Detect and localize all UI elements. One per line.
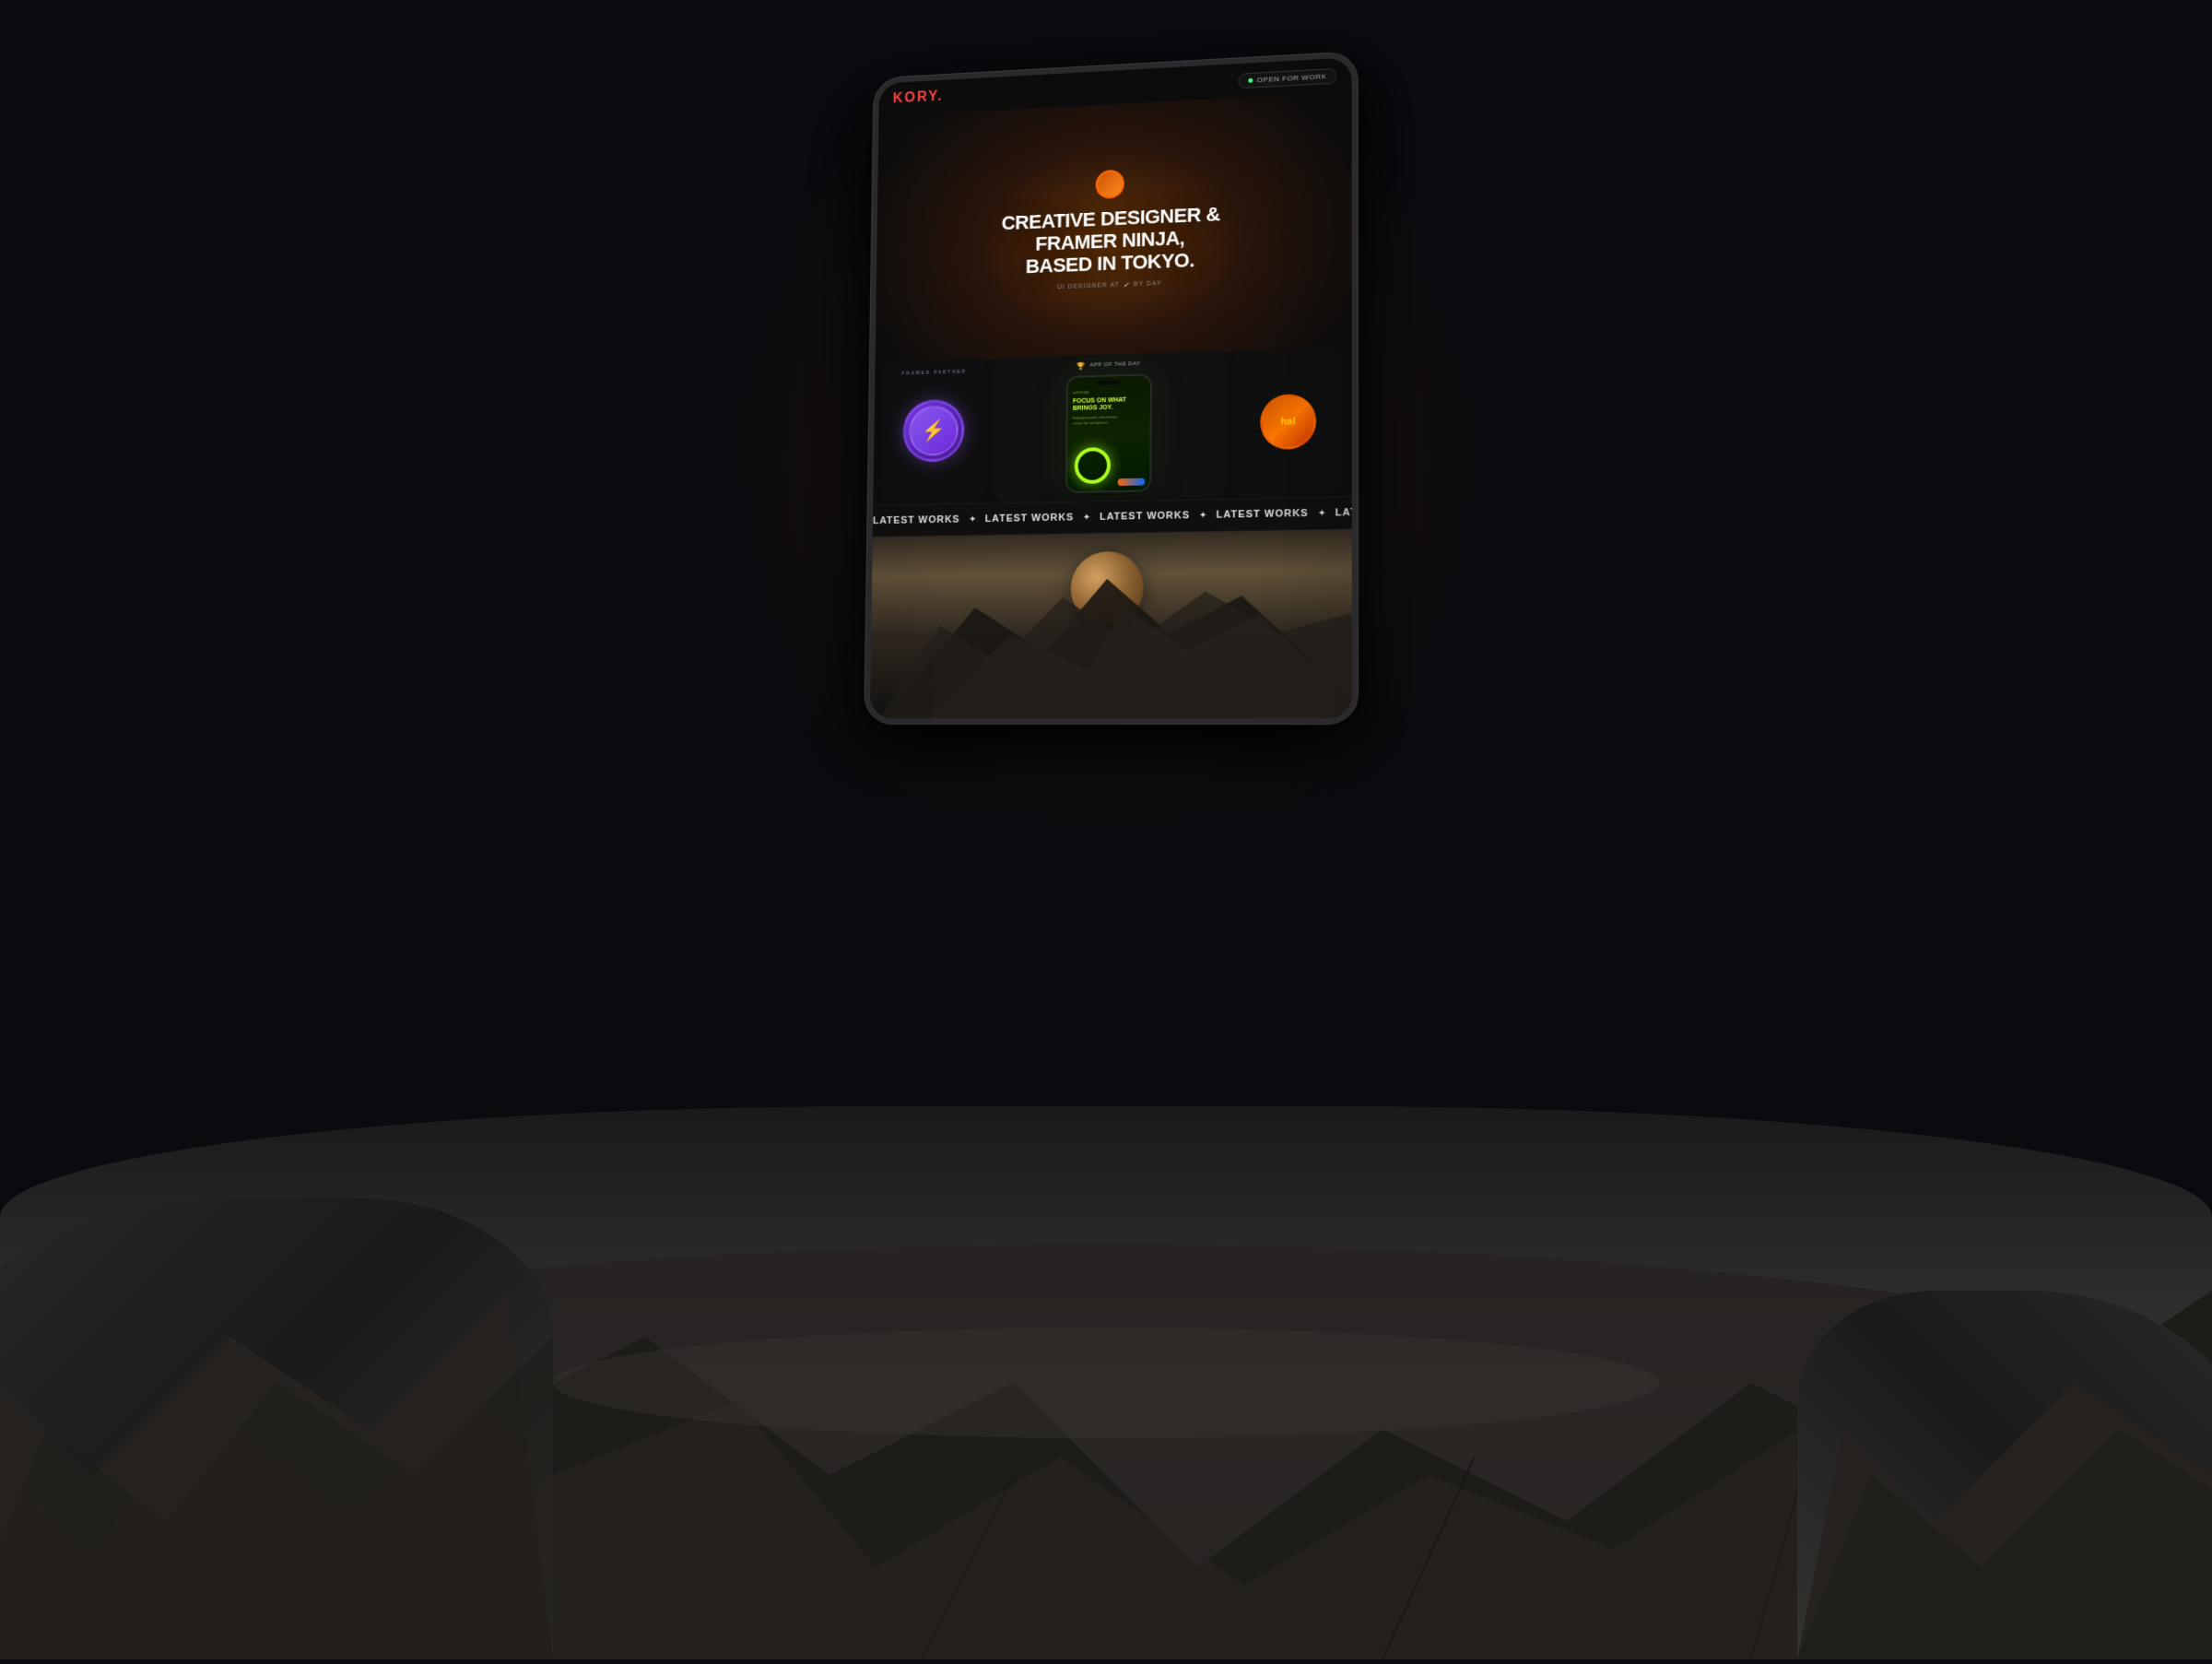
- marquee-item-2: LATEST WORKS ✦: [985, 512, 1090, 525]
- marquee-star-3: ✦: [1199, 510, 1206, 520]
- avatar: [1096, 169, 1124, 198]
- portfolio-section: [870, 529, 1352, 718]
- portfolio-image: [870, 529, 1352, 718]
- subtitle-suffix: BY DAY: [1134, 281, 1162, 289]
- marquee-star-1: ✦: [969, 514, 976, 525]
- status-badge-text: OPEN FOR WORK: [1257, 72, 1326, 84]
- green-ring: [1074, 446, 1110, 483]
- open-for-work-badge[interactable]: OPEN FOR WORK: [1238, 67, 1336, 88]
- marquee-star-4: ✦: [1318, 508, 1326, 518]
- phone-mockup: ● FOCUS FOCUS ON WHATBRINGS JOY. Helping…: [1065, 373, 1151, 493]
- hero-subtitle: UI DESIGNER AT ✓ BY DAY: [1057, 280, 1162, 292]
- marquee-text-1: LATEST WORKS: [873, 514, 960, 526]
- logo-text: KORY: [893, 89, 938, 107]
- nav-logo[interactable]: KORY.: [893, 89, 944, 107]
- marquee-star-2: ✦: [1083, 513, 1090, 523]
- marquee-text-3: LATEST WORKS: [1100, 510, 1190, 523]
- marquee-item-3: LATEST WORKS ✦: [1100, 510, 1207, 523]
- hal-badge: hal: [1260, 394, 1316, 450]
- framer-badge: ⚡: [902, 399, 965, 463]
- app-of-day-badge: 🏆 APP OF THE DAY: [1077, 360, 1140, 370]
- colored-strip: [1117, 478, 1145, 485]
- rock-left-svg: [0, 1198, 553, 1659]
- tablet-wrapper: KORY. OPEN FOR WORK CREATIVE DESIGNER &F…: [865, 52, 1358, 724]
- subtitle-text: UI DESIGNER AT: [1057, 282, 1120, 290]
- framer-badge-inner: ⚡: [909, 405, 959, 455]
- framer-card: ⚡ FRAMER PARTNER: [880, 358, 987, 502]
- phone-app-title: FOCUS ON WHATBRINGS JOY.: [1073, 396, 1145, 414]
- app-card: 🏆 APP OF THE DAY ● FOCUS FOCUS ON WHATBR…: [991, 350, 1227, 501]
- trophy-icon: 🏆: [1077, 361, 1086, 370]
- app-of-day-text: APP OF THE DAY: [1089, 361, 1140, 369]
- tablet-device: KORY. OPEN FOR WORK CREATIVE DESIGNER &F…: [865, 52, 1358, 724]
- grid-section: ⚡ FRAMER PARTNER 🏆 APP OF THE DAY: [873, 339, 1352, 511]
- hero-title: CREATIVE DESIGNER &FRAMER NINJA,BASED IN…: [983, 201, 1239, 279]
- rock-left: [0, 1198, 553, 1659]
- phone-app-body: Helping brands and startupscreate fun wo…: [1073, 414, 1145, 426]
- marquee-item-1: LATEST WORKS ✦: [873, 513, 976, 526]
- phone-notch: [1098, 380, 1120, 385]
- hal-card: hal: [1232, 347, 1345, 496]
- marquee-item-4: LATEST WORKS ✦: [1217, 508, 1326, 521]
- mountain-svg: [870, 529, 1352, 718]
- marquee-text-5: LATEST WORKS: [1335, 506, 1352, 519]
- status-dot: [1248, 77, 1253, 82]
- rock-right: [1797, 1291, 2212, 1659]
- marquee-item-5: LATEST WORKS ✦: [1335, 505, 1352, 518]
- marquee-text-2: LATEST WORKS: [985, 513, 1074, 525]
- rock-right-svg: [1797, 1291, 2212, 1659]
- scene: KORY. OPEN FOR WORK CREATIVE DESIGNER &F…: [0, 0, 2212, 1659]
- marquee-text-4: LATEST WORKS: [1217, 508, 1309, 521]
- hal-text: hal: [1281, 416, 1296, 427]
- nike-logo: ✓: [1123, 281, 1130, 289]
- framer-badge-text: FRAMER PARTNER: [902, 370, 967, 377]
- logo-dot: .: [937, 89, 943, 103]
- phone-screen: ● FOCUS FOCUS ON WHATBRINGS JOY. Helping…: [1066, 375, 1149, 491]
- phone-app-label: ● FOCUS: [1073, 388, 1144, 395]
- screen: KORY. OPEN FOR WORK CREATIVE DESIGNER &F…: [870, 57, 1352, 718]
